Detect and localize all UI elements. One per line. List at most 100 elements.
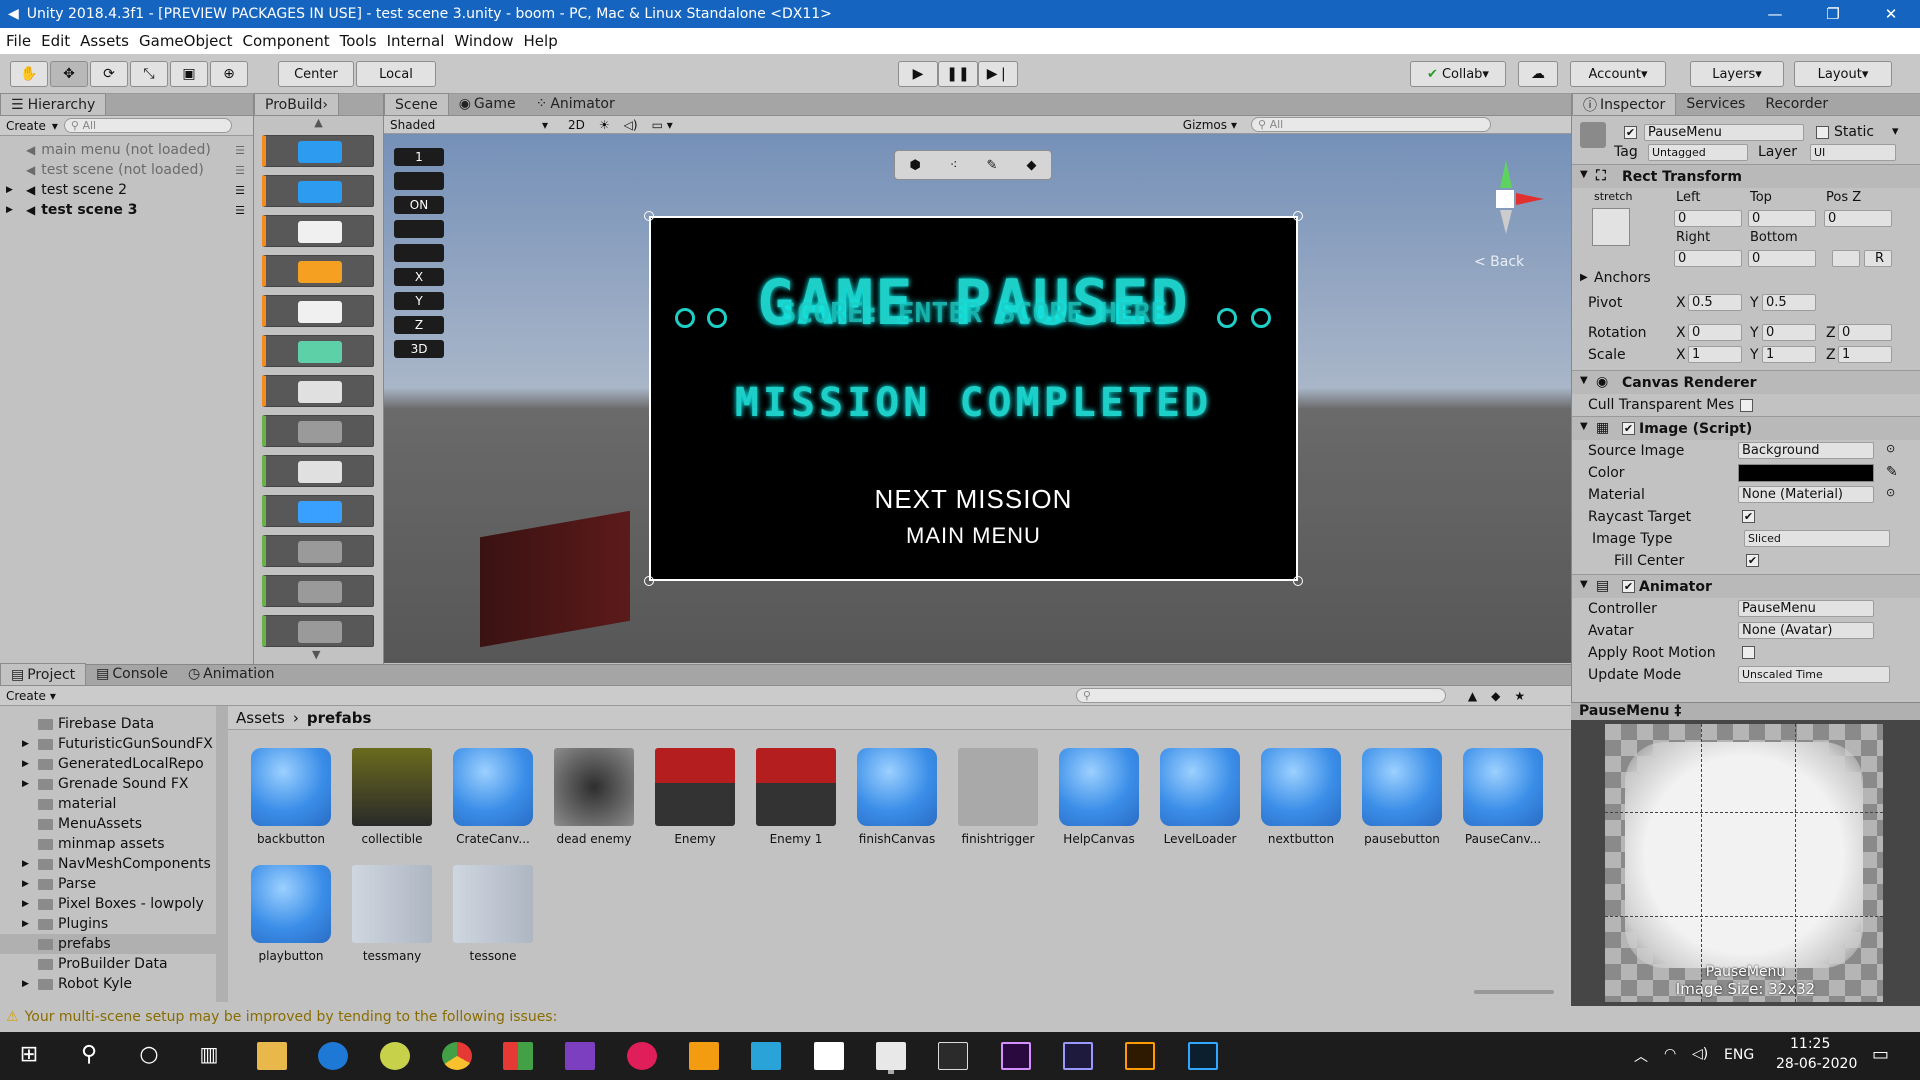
next-mission-button[interactable]: NEXT MISSION [651,484,1296,515]
lightroom-icon[interactable] [1188,1042,1218,1070]
folder-item[interactable]: ▶ NavMeshComponents [0,854,227,874]
menu-file[interactable]: File [6,32,31,50]
probuilder-scene-toggle[interactable]: 1 [394,148,444,166]
scale-tool-icon[interactable]: ⤡ [130,61,168,87]
volume-icon[interactable]: ◁) [1692,1046,1708,1062]
menu-component[interactable]: Component [243,32,330,50]
expand-arrow-icon[interactable]: ▶ [22,859,29,869]
windows-start-icon[interactable]: ⊞ [14,1042,44,1070]
asset-item[interactable]: dead enemy [549,748,639,846]
asset-item[interactable]: pausebutton [1357,748,1447,846]
probuilder-tool-button[interactable] [262,215,374,247]
rotation-z-field[interactable]: 0 [1838,324,1892,341]
menu-help[interactable]: Help [524,32,558,50]
probuilder-scene-toggle[interactable] [394,172,444,190]
menu-gameobject[interactable]: GameObject [139,32,233,50]
expand-arrow-icon[interactable]: ▶ [22,739,29,749]
raycast-checkbox[interactable]: ✔ [1742,510,1755,523]
unity-icon[interactable] [938,1042,968,1070]
hierarchy-create-button[interactable]: Create [6,119,46,133]
asset-item[interactable]: Enemy [650,748,740,846]
active-checkbox[interactable]: ✔ [1624,126,1637,139]
expand-arrow-icon[interactable]: ▶ [22,779,29,789]
pivot-x-field[interactable]: 0.5 [1688,294,1742,311]
root-motion-checkbox[interactable] [1742,646,1755,659]
probuilder-tool-button[interactable] [262,415,374,447]
expand-arrow-icon[interactable]: ▶ [22,979,29,989]
canvas-renderer-header[interactable]: ▼ ◉ Canvas Renderer [1572,370,1920,394]
expand-arrow-icon[interactable]: ▶ [22,899,29,909]
back-label[interactable]: < Back [1474,254,1524,270]
anchors-expand-icon[interactable]: ▶ [1580,272,1588,283]
unity-editor-icon[interactable] [876,1042,906,1070]
step-button[interactable]: ▶❘ [978,61,1018,87]
scene-search-input[interactable]: ⚲ All [1251,117,1492,132]
vertex-mode-icon[interactable]: ⁖ [950,158,958,173]
tab-services[interactable]: Services [1676,93,1755,115]
raw-edit-button[interactable]: R [1864,250,1892,267]
folder-item[interactable]: MenuAssets [0,814,227,834]
object-mode-icon[interactable]: ⬢ [910,158,921,173]
asset-item[interactable]: Enemy 1 [751,748,841,846]
hierarchy-scene-item[interactable]: ◀ test scene (not loaded) ☰ [0,160,253,180]
maximize-button[interactable]: ❐ [1804,0,1862,28]
probuilder-tool-button[interactable] [262,175,374,207]
chrome-icon[interactable] [442,1042,472,1070]
asset-item[interactable]: playbutton [246,865,336,963]
menu-assets[interactable]: Assets [80,32,129,50]
animator-enabled-checkbox[interactable]: ✔ [1622,580,1635,593]
asset-item[interactable]: nextbutton [1256,748,1346,846]
tag-dropdown[interactable]: Untagged [1648,144,1748,161]
object-picker-icon[interactable]: ⊙ [1886,486,1895,499]
clock-time[interactable]: 11:25 [1790,1036,1830,1052]
asset-item[interactable]: tessmany [347,865,437,963]
avatar-field[interactable]: None (Avatar) [1738,622,1874,639]
preview-header[interactable]: PauseMenu ‡ [1571,702,1920,720]
probuilder-scene-toggle[interactable]: X [394,268,444,286]
color-swatch[interactable] [1738,464,1874,482]
expand-arrow-icon[interactable]: ▶ [22,879,29,889]
probuilder-tool-button[interactable] [262,455,374,487]
asset-item[interactable]: tessone [448,865,538,963]
probuilder-scene-toggle[interactable]: Z [394,316,444,334]
source-image-field[interactable]: Background [1738,442,1874,459]
remote-icon[interactable] [751,1042,781,1070]
asset-item[interactable]: finishCanvas [852,748,942,846]
tab-console[interactable]: ▤ Console [86,663,178,685]
play-button[interactable]: ▶ [898,61,938,87]
move-tool-icon[interactable]: ✥ [50,61,88,87]
illustrator-icon[interactable] [1125,1042,1155,1070]
pivot-local-button[interactable]: Local [356,61,436,87]
layers-dropdown[interactable]: Layers ▾ [1690,61,1784,87]
collapse-arrow-icon[interactable]: ▼ [1580,421,1588,432]
corner-handle-tr[interactable] [1293,211,1303,221]
bottom-field[interactable]: 0 [1748,250,1816,267]
collapse-arrow-icon[interactable]: ▼ [1580,579,1588,590]
scale-y-field[interactable]: 1 [1762,346,1816,363]
hierarchy-search-input[interactable]: ⚲ All [63,118,232,133]
effects-toggle-icon[interactable]: ▭ ▾ [652,118,673,132]
eyedropper-icon[interactable]: ✎ [1886,464,1898,480]
probuilder-tool-button[interactable] [262,295,374,327]
scene-menu-icon[interactable]: ☰ [235,164,245,177]
anchors-label[interactable]: Anchors [1594,270,1651,286]
menu-window[interactable]: Window [454,32,513,50]
rotation-x-field[interactable]: 0 [1688,324,1742,341]
folder-item[interactable]: ▶ Pixel Boxes - lowpoly [0,894,227,914]
blueprint-button[interactable] [1832,250,1860,267]
material-field[interactable]: None (Material) [1738,486,1874,503]
probuilder-tool-button[interactable] [262,255,374,287]
favorite-icon[interactable]: ★ [1514,689,1525,703]
layout-dropdown[interactable]: Layout ▾ [1794,61,1892,87]
asset-item[interactable]: backbutton [246,748,336,846]
scroll-up-icon[interactable]: ▲ [254,116,383,130]
audio-toggle-icon[interactable]: ◁) [624,118,638,132]
collapse-arrow-icon[interactable]: ▼ [1580,375,1588,386]
static-dropdown-arrow-icon[interactable]: ▾ [1892,124,1899,139]
task-view-icon[interactable]: ▥ [194,1042,224,1070]
left-field[interactable]: 0 [1674,210,1742,227]
visual-studio-icon[interactable] [565,1042,595,1070]
probuilder-tool-button[interactable] [262,535,374,567]
edge-icon[interactable] [318,1042,348,1070]
corner-handle-tl[interactable] [644,211,654,221]
